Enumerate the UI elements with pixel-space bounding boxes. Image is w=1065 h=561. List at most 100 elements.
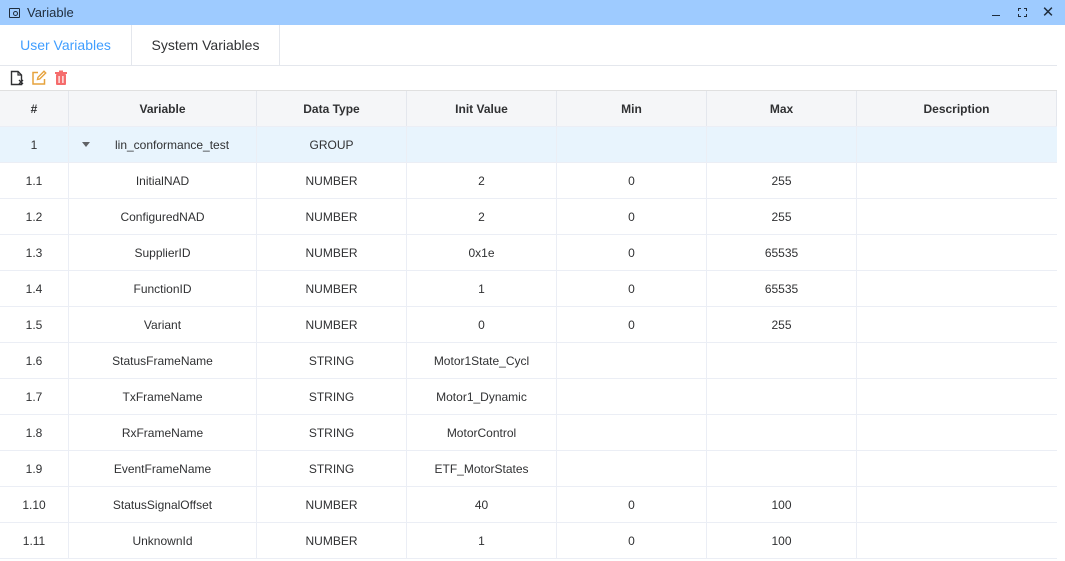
group-row[interactable]: 1 lin_conformance_test GROUP (0, 127, 1057, 163)
cell-variable: SupplierID (69, 235, 257, 270)
cell-max (707, 379, 857, 414)
cell-min: 0 (557, 271, 707, 306)
table-row[interactable]: 1.11 UnknownId NUMBER 1 0 100 (0, 523, 1057, 559)
cell-min (557, 379, 707, 414)
cell-min: 0 (557, 523, 707, 558)
header-index[interactable]: # (0, 91, 69, 126)
cell-min: 0 (557, 199, 707, 234)
table-row[interactable]: 1.9 EventFrameName STRING ETF_MotorStates (0, 451, 1057, 487)
cell-max: 255 (707, 199, 857, 234)
cell-index: 1.7 (0, 379, 69, 414)
cell-init-value: 1 (407, 271, 557, 306)
cell-max: 100 (707, 487, 857, 522)
table-row[interactable]: 1.2 ConfiguredNAD NUMBER 2 0 255 (0, 199, 1057, 235)
cell-init-value: Motor1_Dynamic (407, 379, 557, 414)
cell-index: 1.11 (0, 523, 69, 558)
cell-min: 0 (557, 307, 707, 342)
minimize-icon (992, 15, 1000, 16)
variable-rows: 1.1 InitialNAD NUMBER 2 0 255 1.2 ConfiguredNAD… (0, 163, 1057, 559)
table-row[interactable]: 1.8 RxFrameName STRING MotorControl (0, 415, 1057, 451)
cell-index: 1.9 (0, 451, 69, 486)
table-row[interactable]: 1.1 InitialNAD NUMBER 2 0 255 (0, 163, 1057, 199)
table-row[interactable]: 1.6 StatusFrameName STRING Motor1State_Cycl (0, 343, 1057, 379)
new-variable-button[interactable] (9, 70, 25, 86)
cell-max: 255 (707, 307, 857, 342)
cell-description (857, 307, 1057, 342)
cell-max: 65535 (707, 271, 857, 306)
cell-min (557, 451, 707, 486)
group-init (407, 127, 557, 162)
scrollbar-track[interactable] (1057, 25, 1065, 561)
cell-data-type: STRING (257, 451, 407, 486)
cell-index: 1.6 (0, 343, 69, 378)
table-row[interactable]: 1.10 StatusSignalOffset NUMBER 40 0 100 (0, 487, 1057, 523)
cell-max (707, 415, 857, 450)
window-titlebar: Variable ✕ (0, 0, 1065, 25)
maximize-button[interactable] (1009, 0, 1035, 25)
group-max (707, 127, 857, 162)
cell-min (557, 415, 707, 450)
cell-init-value: ETF_MotorStates (407, 451, 557, 486)
minimize-button[interactable] (983, 0, 1009, 25)
delete-variable-button[interactable] (53, 70, 69, 86)
group-name: lin_conformance_test (115, 137, 230, 152)
cell-index: 1.5 (0, 307, 69, 342)
cell-init-value: 1 (407, 523, 557, 558)
cell-max: 255 (707, 163, 857, 198)
maximize-icon (1017, 8, 1027, 17)
cell-max: 100 (707, 523, 857, 558)
cell-variable: StatusFrameName (69, 343, 257, 378)
cell-variable: UnknownId (69, 523, 257, 558)
header-min[interactable]: Min (557, 91, 707, 126)
cell-index: 1.2 (0, 199, 69, 234)
table-row[interactable]: 1.7 TxFrameName STRING Motor1_Dynamic (0, 379, 1057, 415)
close-button[interactable]: ✕ (1035, 0, 1061, 25)
cell-variable: RxFrameName (69, 415, 257, 450)
cell-data-type: STRING (257, 343, 407, 378)
group-type: GROUP (257, 127, 407, 162)
expand-caret-icon[interactable] (82, 142, 90, 147)
edit-variable-button[interactable] (31, 70, 47, 86)
cell-init-value: 0 (407, 307, 557, 342)
cell-min: 0 (557, 487, 707, 522)
cell-index: 1.8 (0, 415, 69, 450)
header-max[interactable]: Max (707, 91, 857, 126)
cell-data-type: NUMBER (257, 199, 407, 234)
header-data-type[interactable]: Data Type (257, 91, 407, 126)
cell-description (857, 235, 1057, 270)
tab-system-variables[interactable]: System Variables (132, 25, 280, 65)
header-variable[interactable]: Variable (69, 91, 257, 126)
toolbar (9, 69, 75, 87)
window-title: Variable (27, 5, 74, 20)
cell-variable: InitialNAD (69, 163, 257, 198)
variable-tabs: User Variables System Variables (0, 25, 1057, 66)
tab-user-variables[interactable]: User Variables (0, 25, 132, 65)
cell-max: 65535 (707, 235, 857, 270)
cell-init-value: 2 (407, 199, 557, 234)
variable-window-icon (9, 7, 20, 18)
cell-data-type: NUMBER (257, 235, 407, 270)
cell-variable: EventFrameName (69, 451, 257, 486)
cell-init-value: 0x1e (407, 235, 557, 270)
table-row[interactable]: 1.3 SupplierID NUMBER 0x1e 0 65535 (0, 235, 1057, 271)
cell-variable: Variant (69, 307, 257, 342)
table-row[interactable]: 1.4 FunctionID NUMBER 1 0 65535 (0, 271, 1057, 307)
cell-description (857, 163, 1057, 198)
table-row[interactable]: 1.5 Variant NUMBER 0 0 255 (0, 307, 1057, 343)
new-file-icon (10, 70, 24, 86)
header-init-value[interactable]: Init Value (407, 91, 557, 126)
cell-description (857, 451, 1057, 486)
window-controls: ✕ (983, 0, 1061, 25)
cell-data-type: NUMBER (257, 487, 407, 522)
cell-init-value: 40 (407, 487, 557, 522)
delete-icon (55, 70, 67, 85)
cell-min (557, 343, 707, 378)
cell-description (857, 487, 1057, 522)
cell-min: 0 (557, 235, 707, 270)
cell-description (857, 271, 1057, 306)
header-description[interactable]: Description (857, 91, 1057, 126)
cell-data-type: STRING (257, 379, 407, 414)
cell-index: 1.10 (0, 487, 69, 522)
cell-data-type: STRING (257, 415, 407, 450)
cell-index: 1.1 (0, 163, 69, 198)
